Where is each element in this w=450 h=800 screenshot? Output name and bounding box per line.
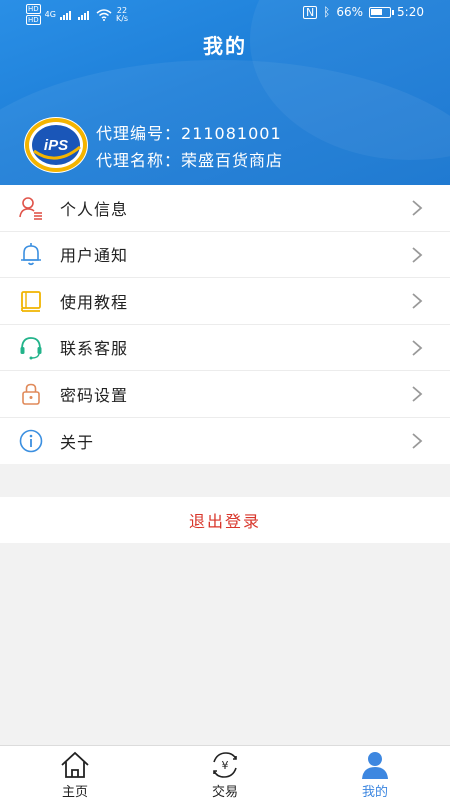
tab-mine[interactable]: 我的 [300,746,450,800]
tab-label: 主页 [61,785,88,800]
menu-label: 个人信息 [60,199,129,219]
status-left: HD HD 4G 22 K/s [26,4,128,25]
bell-icon [16,239,46,269]
wifi-icon [96,8,112,21]
signal-icon [59,10,74,20]
nfc-icon: N [302,5,318,19]
agent-info: 代理编号：211081001 代理名称：荣盛百货商店 [96,120,283,174]
info-icon [16,426,46,456]
menu-label: 联系客服 [60,339,129,359]
menu-item-customer-service[interactable]: 联系客服 [0,325,450,371]
battery-percent: 66% [336,5,364,19]
battery-icon [369,6,395,18]
home-icon [61,751,89,778]
chevron-right-icon [412,339,423,356]
chevron-right-icon [412,200,423,216]
chevron-right-icon [412,293,423,309]
logout-button[interactable]: 退出登录 [0,497,450,543]
menu-label: 用户通知 [60,246,129,266]
agent-number-label: 代理编号： [96,124,182,143]
headset-icon [16,332,46,362]
page-title: 我的 [203,34,247,58]
chevron-right-icon [412,432,423,449]
clock: 5:20 [397,5,424,19]
status-right: N ᛒ 66% 5:20 [302,5,424,19]
bluetooth-icon: ᛒ [323,5,331,19]
menu-item-password-settings[interactable]: 密码设置 [0,371,450,418]
tab-label: 我的 [361,785,388,800]
profile-header: HD HD 4G 22 K/s N ᛒ 66% 5:20 我的 iPS 代理编号… [0,0,450,185]
agent-name-row: 代理名称：荣盛百货商店 [96,147,283,174]
menu-item-tutorial[interactable]: 使用教程 [0,278,450,325]
menu-item-about[interactable]: 关于 [0,418,450,465]
tab-home[interactable]: 主页 [0,746,150,800]
menu-item-user-notifications[interactable]: 用户通知 [0,232,450,278]
agent-logo: iPS [24,117,88,173]
tab-trade[interactable]: ¥ 交易 [150,746,300,800]
signal-icon-2 [77,10,92,20]
hd-bottom: HD [26,15,41,25]
svg-text:¥: ¥ [222,759,229,772]
status-bar: HD HD 4G 22 K/s N ᛒ 66% 5:20 [0,0,450,26]
lock-icon [16,379,46,409]
user-profile-icon [16,193,46,223]
logo-text: iPS [44,137,68,154]
menu-label: 使用教程 [60,292,129,312]
network-speed: 22 K/s [115,5,129,23]
user-icon [362,752,388,779]
bottom-tab-bar: 主页 ¥ 交易 我的 [0,745,450,800]
settings-menu: 个人信息 用户通知 使用教程 联系客服 密码设置 关于 [0,185,450,464]
agent-name-label: 代理名称： [96,151,182,170]
tutorial-book-icon [16,286,46,316]
agent-number-value: 211081001 [181,124,282,143]
menu-item-personal-info[interactable]: 个人信息 [0,185,450,232]
chevron-right-icon [412,386,423,402]
tab-label: 交易 [211,785,238,800]
hd-indicator: HD HD [26,4,41,25]
hd-top: HD [26,4,41,14]
agent-name-value: 荣盛百货商店 [181,151,284,170]
chevron-right-icon [412,246,423,263]
yuan-exchange-icon: ¥ [213,752,237,778]
menu-label: 关于 [60,432,95,452]
net-type: 4G [44,10,56,19]
agent-number-row: 代理编号：211081001 [96,120,283,147]
menu-label: 密码设置 [60,385,129,405]
